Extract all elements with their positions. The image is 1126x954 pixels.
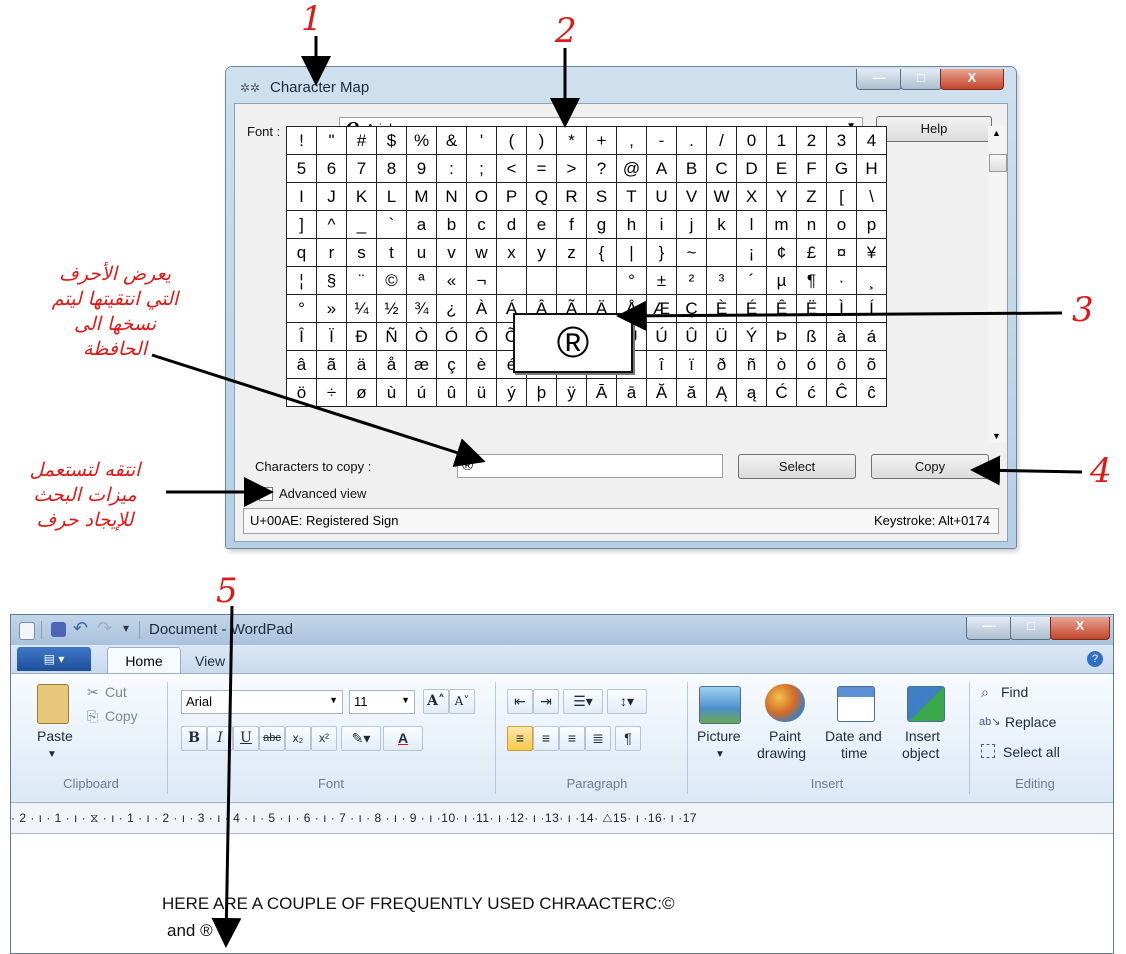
annotation-arrows (151, 36, 1083, 948)
arrow-magnify-note (151, 353, 486, 467)
arrow-3 (616, 300, 1063, 331)
arrow-5 (211, 605, 242, 948)
arrow-4 (970, 455, 1083, 486)
